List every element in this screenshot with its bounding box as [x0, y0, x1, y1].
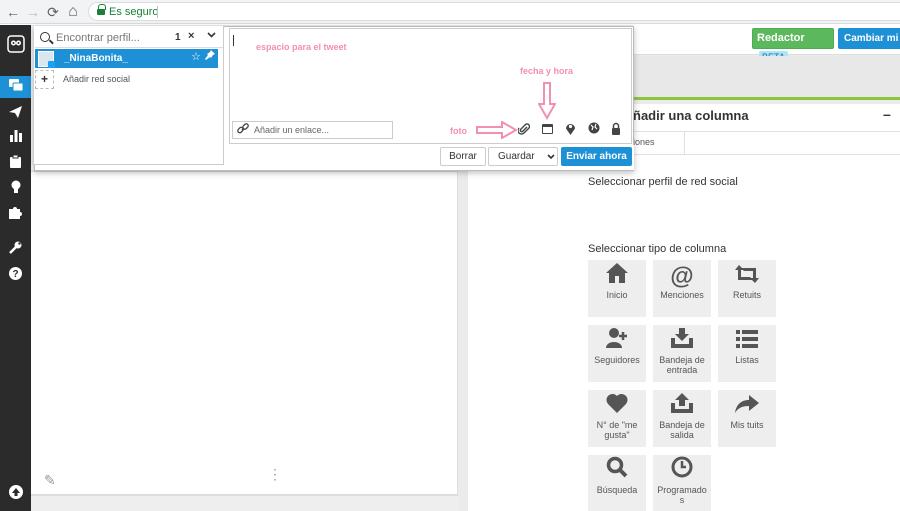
tab-mentions[interactable]: iones: [633, 131, 685, 155]
clear-selection-icon[interactable]: ×: [188, 30, 194, 42]
tile-my-tweets[interactable]: Mis tuits: [718, 390, 776, 447]
redactor-label: Redactor: [757, 32, 805, 44]
annotation-date-time: fecha y hora: [520, 66, 574, 76]
selected-count: 1: [175, 32, 181, 43]
tile-likes[interactable]: N° de "me gusta": [588, 390, 646, 447]
profile-name: _NinaBonita_: [64, 53, 128, 64]
stream-next-item: [31, 494, 458, 511]
clear-button[interactable]: Borrar: [440, 147, 486, 166]
redactor-button[interactable]: RedactorBETA: [752, 28, 834, 64]
apps-puzzle-icon[interactable]: [0, 204, 31, 226]
tile-mentions[interactable]: @ Menciones: [653, 260, 711, 317]
secure-label: Es seguro: [109, 6, 159, 18]
add-social-icon[interactable]: +: [35, 70, 54, 89]
tile-retweets[interactable]: Retuits: [718, 260, 776, 317]
back-icon[interactable]: ←: [4, 3, 22, 21]
send-now-button[interactable]: Enviar ahora: [561, 147, 632, 166]
annotation-photo: foto: [450, 126, 467, 136]
annotation-tweet-space: espacio para el tweet: [256, 42, 347, 52]
annotation-down-arrow: [538, 82, 556, 120]
tile-outbox[interactable]: Bandeja de salida: [653, 390, 711, 447]
at-icon: @: [670, 263, 694, 290]
add-social-network-link[interactable]: Añadir red social: [63, 74, 130, 84]
tile-lists[interactable]: Listas: [718, 325, 776, 382]
collapse-icon[interactable]: –: [883, 106, 891, 122]
reload-icon[interactable]: ⟳: [44, 3, 62, 21]
avatar: [38, 51, 55, 68]
tabs-strip: [633, 56, 900, 100]
owl-logo-icon[interactable]: [0, 35, 31, 57]
lock-icon: [97, 4, 106, 16]
browser-toolbar: ← → ⟳ ⌂ Es seguro: [0, 0, 900, 24]
help-icon[interactable]: ?: [0, 265, 31, 287]
privacy-lock-icon[interactable]: [611, 122, 621, 138]
stream-column: [31, 172, 458, 511]
inbox-icon: [653, 325, 711, 355]
chevron-down-icon: [547, 154, 555, 160]
select-type-label: Seleccionar tipo de columna: [588, 243, 727, 255]
heart-icon: [588, 390, 646, 420]
add-column-title: ñadir una columna: [633, 108, 749, 123]
pin-icon[interactable]: [205, 50, 215, 63]
tile-search[interactable]: Búsqueda: [588, 455, 646, 511]
tile-scheduled[interactable]: Programados: [653, 455, 711, 511]
home-icon[interactable]: ⌂: [64, 3, 82, 21]
address-bar[interactable]: Es seguro: [88, 2, 900, 21]
home-icon: [588, 260, 646, 290]
app-sidebar: ?: [0, 25, 31, 511]
change-plan-button[interactable]: Cambiar mi p: [838, 28, 900, 49]
add-user-icon: [588, 325, 646, 355]
svg-text:?: ?: [12, 269, 18, 280]
pencil-icon[interactable]: ✎: [44, 472, 56, 489]
star-icon[interactable]: ☆: [191, 50, 201, 63]
profile-search-input[interactable]: [56, 30, 168, 46]
text-cursor: [233, 35, 234, 46]
tile-home[interactable]: Inicio: [588, 260, 646, 317]
select-profile-label: Seleccionar perfil de red social: [588, 176, 738, 188]
link-input[interactable]: [254, 122, 389, 138]
link-icon: [237, 123, 249, 138]
assignments-icon[interactable]: [0, 153, 31, 175]
annotation-right-arrow: [476, 121, 518, 139]
targeting-globe-icon[interactable]: [588, 122, 600, 137]
location-pin-icon[interactable]: [565, 122, 576, 138]
attach-paperclip-icon[interactable]: [517, 122, 531, 138]
analytics-icon[interactable]: [0, 127, 31, 149]
forward-icon[interactable]: →: [24, 3, 42, 21]
outbox-icon: [653, 390, 711, 420]
share-icon: [718, 390, 776, 420]
publisher-icon[interactable]: [0, 103, 31, 125]
expand-profiles-icon[interactable]: [207, 30, 216, 41]
search-icon: [588, 455, 646, 485]
search-icon: [40, 32, 50, 42]
calendar-icon[interactable]: [542, 124, 553, 134]
more-options-icon[interactable]: ⋮: [268, 467, 282, 481]
list-icon: [718, 325, 776, 355]
campaigns-icon[interactable]: [0, 178, 31, 200]
streams-icon[interactable]: [0, 76, 31, 98]
clock-icon: [653, 455, 711, 485]
tile-followers[interactable]: Seguidores: [588, 325, 646, 382]
save-dropdown-button[interactable]: Guardar: [488, 147, 558, 166]
url-separator: [157, 6, 158, 18]
upgrade-arrow-icon[interactable]: [0, 484, 31, 506]
tools-wrench-icon[interactable]: [0, 239, 31, 261]
save-label: Guardar: [498, 151, 535, 162]
retweet-icon: [718, 260, 776, 290]
tile-inbox[interactable]: Bandeja de entrada: [653, 325, 711, 382]
